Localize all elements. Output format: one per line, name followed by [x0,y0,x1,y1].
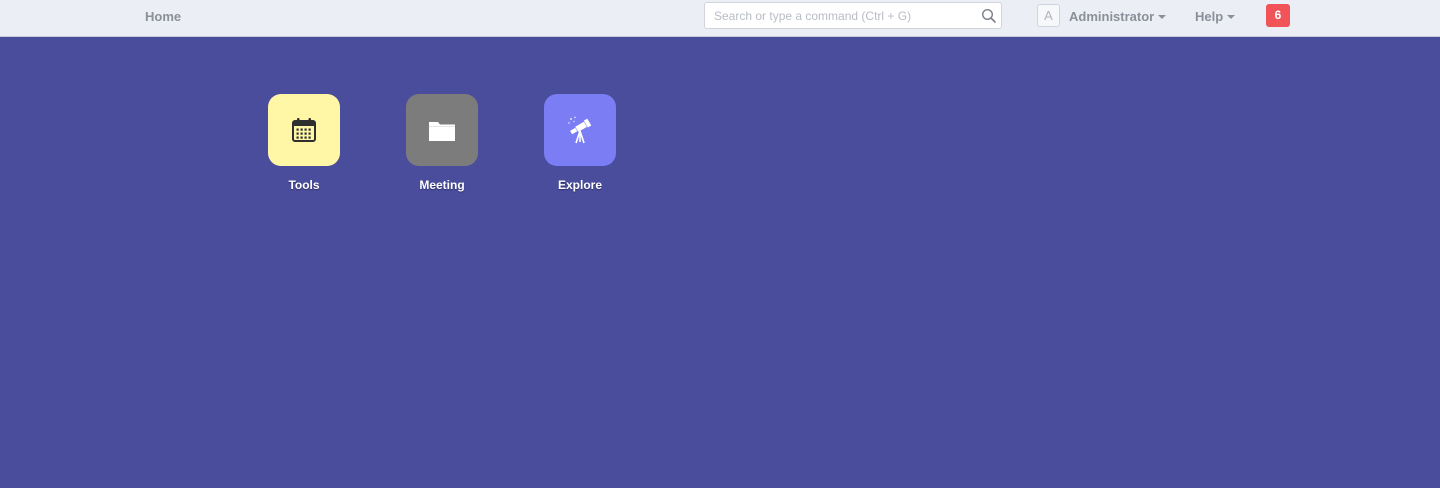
search-input[interactable] [705,3,984,28]
top-navbar: Home A Administrator Help 6 [0,0,1440,37]
user-name: Administrator [1069,9,1155,24]
app-icon-explore[interactable] [544,94,616,166]
app-tile-explore[interactable]: Explore [530,94,630,194]
help-menu-dropdown[interactable]: Help [1195,9,1236,24]
telescope-icon [568,116,592,144]
search-icon[interactable] [981,8,997,24]
calendar-icon [292,118,316,142]
search-box[interactable] [704,2,1002,29]
app-label-meeting[interactable]: Meeting [392,178,492,192]
avatar[interactable]: A [1037,4,1060,27]
help-label: Help [1195,9,1224,24]
notification-badge[interactable]: 6 [1266,4,1290,27]
user-menu-dropdown[interactable]: Administrator [1069,9,1167,24]
folder-icon [429,122,455,141]
app-tile-tools[interactable]: Tools [254,94,354,194]
home-link[interactable]: Home [145,9,181,24]
app-label-tools[interactable]: Tools [254,178,354,192]
app-icon-meeting[interactable] [406,94,478,166]
app-label-explore[interactable]: Explore [530,178,630,192]
chevron-down-icon [1227,15,1236,19]
chevron-down-icon [1158,15,1167,19]
app-icon-tools[interactable] [268,94,340,166]
app-tile-meeting[interactable]: Meeting [392,94,492,194]
